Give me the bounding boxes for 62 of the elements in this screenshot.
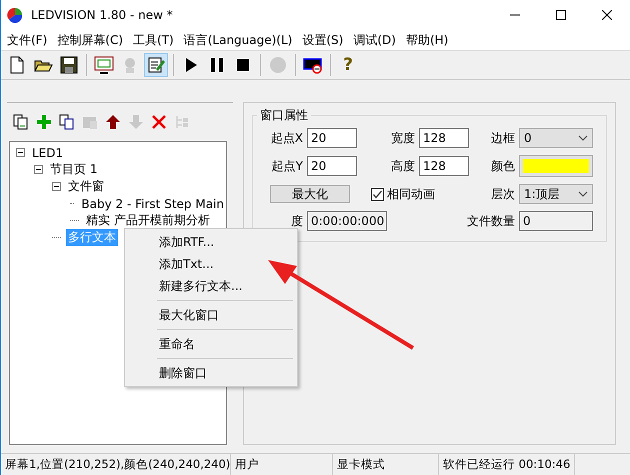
- field-label: 宽度: [390, 130, 416, 146]
- collapse-icon[interactable]: [34, 165, 43, 174]
- start-y-field[interactable]: 20: [307, 156, 357, 176]
- copy-icon[interactable]: [59, 114, 75, 130]
- checkbox-label: 相同动画: [387, 186, 435, 202]
- maximize-icon[interactable]: [556, 10, 566, 20]
- status-text: 显卡模式: [333, 454, 439, 475]
- tree-item[interactable]: Baby 2 - First Step Main: [79, 196, 226, 210]
- save-icon: [59, 55, 79, 75]
- tree-item[interactable]: 节目页 1: [48, 161, 100, 178]
- status-text: 软件已经运行 00:10:46: [439, 454, 576, 475]
- color-picker-button[interactable]: [519, 155, 593, 177]
- file-count-field[interactable]: 0: [519, 211, 593, 231]
- collapse-icon[interactable]: [52, 182, 61, 191]
- menu-item[interactable]: 文件(F): [7, 32, 48, 48]
- height-field[interactable]: 128: [419, 156, 469, 176]
- edit-icon: [146, 55, 166, 75]
- collapse-icon[interactable]: [16, 148, 25, 157]
- menu-item[interactable]: 设置(S): [302, 32, 344, 48]
- field-label: 起点Y: [270, 158, 304, 174]
- context-menu-item[interactable]: 重命名: [125, 333, 297, 355]
- window-title: LEDVISION 1.80 - new *: [31, 8, 173, 22]
- field-label: 度: [290, 212, 304, 230]
- field-label: 文件数量: [466, 212, 516, 230]
- context-menu-item[interactable]: 最大化窗口: [125, 304, 297, 326]
- tree-item[interactable]: 文件窗: [66, 178, 106, 195]
- menu-item[interactable]: 语言(Language)(L): [184, 32, 292, 48]
- start-x-field[interactable]: 20: [307, 128, 357, 148]
- edit-tool-button[interactable]: [144, 53, 168, 77]
- field-label: 高度: [390, 158, 416, 174]
- pages-icon[interactable]: [13, 114, 29, 130]
- screen-icon: [94, 55, 114, 75]
- status-text: 用户: [231, 454, 333, 475]
- record-icon: [268, 55, 288, 75]
- context-menu-item[interactable]: 添加Txt...: [125, 253, 297, 275]
- duration-field[interactable]: 0:00:00:000: [307, 211, 387, 231]
- group-title: 窗口属性: [259, 107, 309, 124]
- layer-dropdown[interactable]: 1:顶层: [519, 184, 593, 204]
- close-icon[interactable]: [602, 10, 612, 20]
- status-text: 屏幕1,位置(210,252),颜色(240,240,240): [1, 454, 231, 475]
- context-menu-item[interactable]: 添加RTF...: [125, 231, 297, 253]
- field-label: 边框: [490, 130, 516, 146]
- menu-item[interactable]: 工具(T): [133, 32, 174, 48]
- app-logo-icon: [7, 7, 23, 23]
- tree-item[interactable]: 精实 产品开模前期分析: [84, 212, 212, 229]
- tree-item[interactable]: LED1: [30, 146, 66, 160]
- context-menu-item[interactable]: 删除窗口: [125, 362, 297, 384]
- up-icon[interactable]: [105, 114, 121, 130]
- field-label: 层次: [490, 186, 516, 202]
- delete-icon[interactable]: [151, 114, 167, 130]
- field-label: 颜色: [490, 158, 516, 174]
- field-label: 起点X: [270, 130, 304, 146]
- checkbox[interactable]: [371, 188, 384, 200]
- menu-item[interactable]: 调试(D): [353, 32, 396, 48]
- help-tool-button[interactable]: ?: [336, 53, 360, 77]
- add-icon[interactable]: [36, 114, 52, 130]
- menu-item[interactable]: 控制屏幕(C): [57, 32, 124, 48]
- width-field[interactable]: 128: [419, 128, 469, 148]
- menu-item[interactable]: 帮助(H): [406, 32, 448, 48]
- border-dropdown[interactable]: 0: [519, 128, 593, 148]
- maximize-button[interactable]: 最大化: [270, 185, 350, 203]
- context-menu-item[interactable]: 新建多行文本...: [125, 275, 297, 297]
